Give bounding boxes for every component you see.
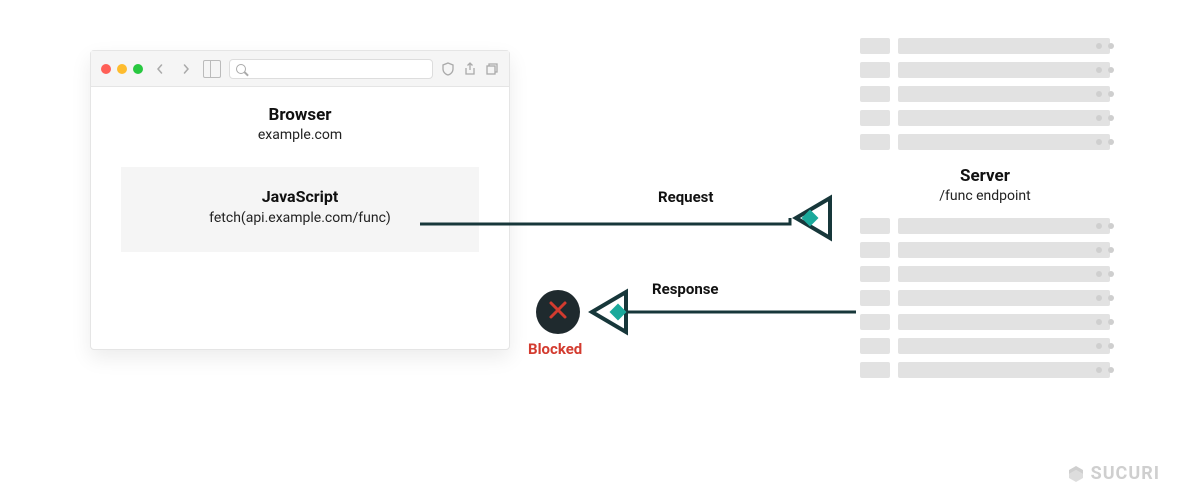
blocked-text: Blocked: [528, 340, 582, 358]
forward-icon: [177, 60, 195, 78]
browser-card: Browser example.com JavaScript fetch(api…: [90, 50, 510, 350]
minimize-icon: [117, 64, 127, 74]
server-rack-top: [860, 38, 1110, 150]
server-block: Server /func endpoint: [860, 38, 1110, 378]
share-icon: [463, 62, 477, 76]
shield-icon: [441, 62, 455, 76]
close-icon: [101, 64, 111, 74]
back-icon: [151, 60, 169, 78]
browser-title: Browser: [111, 105, 489, 125]
logo-text: SUCURI: [1091, 463, 1160, 484]
maximize-icon: [133, 64, 143, 74]
server-label: Server /func endpoint: [860, 166, 1110, 204]
server-rack-bottom: [860, 218, 1110, 378]
traffic-lights: [101, 64, 143, 74]
tabs-icon: [485, 62, 499, 76]
close-x-icon: [547, 299, 569, 325]
javascript-title: JavaScript: [131, 187, 469, 206]
javascript-code: fetch(api.example.com/func): [131, 210, 469, 226]
blocked-badge: [536, 290, 580, 334]
browser-domain: example.com: [111, 127, 489, 143]
response-label: Response: [652, 280, 719, 298]
brand-logo: SUCURI: [1067, 463, 1160, 484]
request-label: Request: [658, 188, 713, 206]
search-icon: [236, 64, 246, 74]
server-title: Server: [860, 166, 1110, 186]
browser-body: Browser example.com JavaScript fetch(api…: [91, 87, 509, 270]
server-endpoint: /func endpoint: [860, 188, 1110, 204]
address-bar: [229, 59, 433, 79]
browser-toolbar: [91, 51, 509, 87]
logo-icon: [1067, 465, 1085, 483]
sidebar-toggle-icon: [203, 60, 221, 78]
javascript-panel: JavaScript fetch(api.example.com/func): [121, 167, 479, 252]
